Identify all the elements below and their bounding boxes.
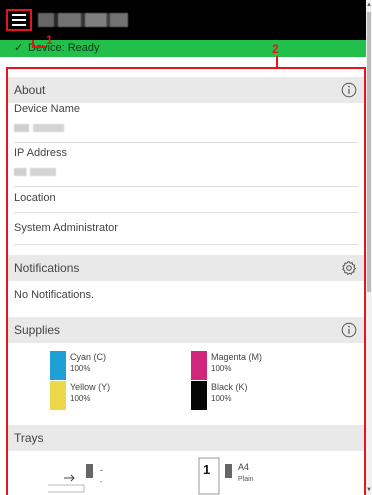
tray-1[interactable]: 1 A4 Plain	[198, 457, 254, 495]
about-section-header: About	[8, 77, 364, 103]
vertical-scrollbar[interactable]: ▲ ▼	[366, 0, 372, 495]
magenta-toner-swatch	[191, 351, 207, 380]
callout-1-line	[32, 46, 46, 48]
device-name-label: Device Name	[14, 103, 81, 115]
location-label: Location	[14, 192, 56, 204]
trays-section-header: Trays	[8, 425, 364, 451]
supply-level: 100%	[211, 364, 232, 373]
divider	[14, 142, 358, 143]
supply-name: Yellow (Y)	[70, 382, 111, 392]
bypass-tray-type: -	[100, 479, 103, 486]
notifications-section-header: Notifications	[8, 255, 364, 281]
black-toner-swatch	[191, 381, 207, 410]
info-icon[interactable]	[341, 82, 357, 98]
top-bar	[0, 0, 372, 40]
tray-1-type: Plain	[238, 476, 254, 483]
bypass-tray-size: -	[100, 465, 103, 475]
divider	[14, 186, 358, 187]
ip-address-label: IP Address	[14, 147, 67, 159]
callout-1-label: 1	[46, 33, 53, 47]
supply-level: 100%	[211, 394, 232, 403]
supply-name: Black (K)	[211, 382, 248, 392]
menu-icon-bar	[12, 19, 26, 21]
scrollbar-thumb[interactable]	[367, 12, 371, 292]
device-status-text: Device: Ready	[28, 42, 100, 54]
menu-icon-bar	[12, 24, 26, 26]
tray-number: 1	[203, 462, 211, 477]
main-content-panel: About Device Name IP Address Location Sy…	[6, 67, 366, 495]
callout-2-line	[276, 56, 278, 67]
device-name-redacted	[38, 13, 128, 27]
notifications-title: Notifications	[14, 261, 80, 275]
yellow-toner-swatch	[50, 381, 66, 410]
device-name-value-redacted	[14, 124, 64, 132]
info-icon[interactable]	[341, 322, 357, 338]
system-administrator-label: System Administrator	[14, 222, 118, 234]
bypass-tray-icon	[48, 464, 93, 493]
trays-title: Trays	[14, 431, 44, 445]
bypass-tray[interactable]: - -	[46, 461, 103, 495]
ip-address-value-redacted	[14, 168, 56, 176]
no-notifications-text: No Notifications.	[14, 289, 95, 301]
gear-icon[interactable]	[341, 260, 357, 276]
supply-name: Cyan (C)	[70, 352, 107, 362]
supplies-section-header: Supplies	[8, 317, 364, 343]
supplies-title: Supplies	[14, 323, 61, 337]
supply-name: Magenta (M)	[211, 352, 263, 362]
divider	[14, 212, 358, 213]
about-title: About	[14, 83, 46, 97]
cyan-toner-swatch	[50, 351, 66, 380]
divider	[14, 244, 358, 245]
menu-icon-bar	[12, 14, 26, 16]
supply-level: 100%	[70, 394, 91, 403]
tray-1-size: A4	[238, 462, 250, 472]
hamburger-menu-button[interactable]	[6, 9, 32, 31]
check-icon: ✓	[14, 42, 24, 54]
device-status-bar: ✓ Device: Ready	[0, 40, 366, 57]
scroll-up-arrow-icon[interactable]: ▲	[366, 2, 372, 8]
scroll-down-arrow-icon[interactable]: ▼	[366, 487, 372, 493]
supply-level: 100%	[70, 364, 91, 373]
callout-2-label: 2	[272, 42, 279, 56]
